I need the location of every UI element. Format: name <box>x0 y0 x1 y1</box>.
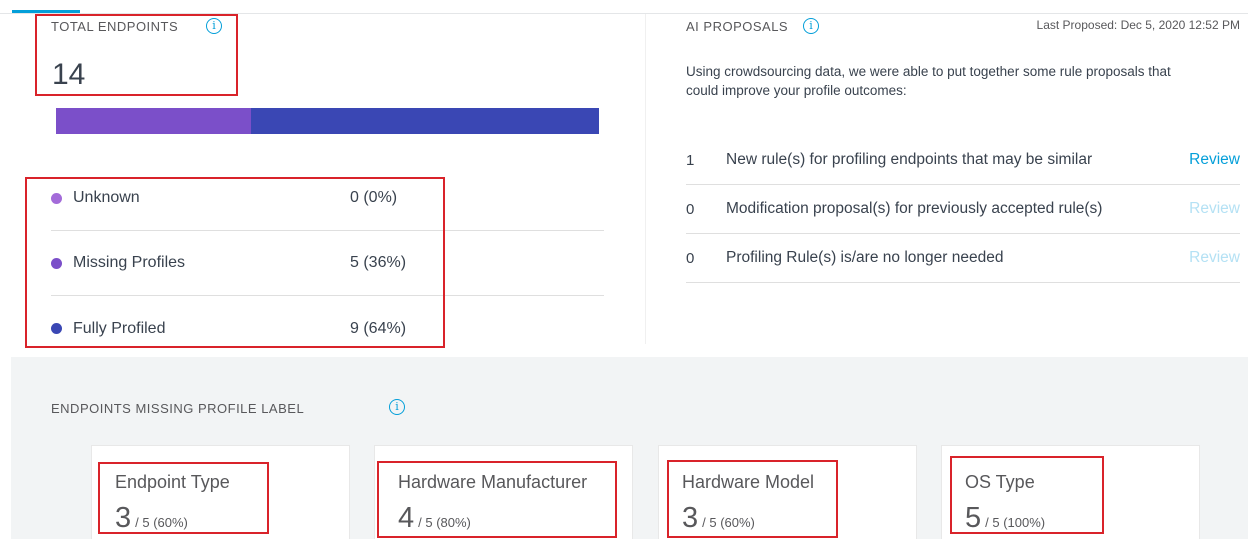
review-link[interactable]: Review <box>1189 200 1240 218</box>
card-count: 3 <box>115 502 132 534</box>
card-os-type[interactable]: OS Type 5/ 5 (100%) <box>941 445 1200 539</box>
info-icon[interactable]: i <box>389 399 405 415</box>
ai-proposals-label: AI PROPOSALS <box>686 19 789 34</box>
last-proposed-timestamp: Last Proposed: Dec 5, 2020 12:52 PM <box>1036 18 1240 32</box>
proposal-text: Profiling Rule(s) is/are no longer neede… <box>726 249 1004 266</box>
card-of-total: / 5 (100%) <box>985 515 1046 530</box>
legend-label: Fully Profiled <box>73 319 166 337</box>
legend-dot <box>51 192 62 204</box>
legend-dot <box>51 323 62 334</box>
card-value: 5/ 5 (100%) <box>965 502 1045 535</box>
card-title: OS Type <box>965 472 1035 492</box>
legend-value: 0 (0%) <box>350 189 398 206</box>
card-endpoint-type[interactable]: Endpoint Type 3/ 5 (60%) <box>91 445 350 539</box>
card-of-total: / 5 (60%) <box>702 515 755 530</box>
proposal-row: 0 Modification proposal(s) for previousl… <box>686 185 1240 234</box>
ai-proposals-list: 1 New rule(s) for profiling endpoints th… <box>686 136 1240 283</box>
proposal-row: 0 Profiling Rule(s) is/are no longer nee… <box>686 234 1240 283</box>
legend-dot <box>51 257 62 269</box>
card-title: Endpoint Type <box>115 472 230 492</box>
missing-profile-label: ENDPOINTS MISSING PROFILE LABEL <box>51 401 305 416</box>
card-value: 3/ 5 (60%) <box>115 502 188 535</box>
card-of-total: / 5 (80%) <box>418 515 471 530</box>
proposal-count: 0 <box>686 249 695 267</box>
info-icon[interactable]: i <box>206 18 222 34</box>
card-count: 4 <box>398 502 415 534</box>
total-endpoints-value: 14 <box>52 58 86 91</box>
bar-segment-missing-profiles[interactable] <box>56 108 252 134</box>
review-link[interactable]: Review <box>1189 151 1240 169</box>
legend-label: Unknown <box>73 189 140 206</box>
bar-segment-fully-profiled[interactable] <box>251 108 599 134</box>
legend-value: 5 (36%) <box>350 254 407 271</box>
card-title: Hardware Model <box>682 472 815 492</box>
card-hardware-model[interactable]: Hardware Model 3/ 5 (60%) <box>658 445 917 539</box>
panel-divider <box>645 14 646 344</box>
ai-proposals-description: Using crowdsourcing data, we were able t… <box>686 64 1171 98</box>
card-value: 3/ 5 (60%) <box>682 502 755 535</box>
legend-row-unknown: Unknown 0 (0%) <box>51 166 604 231</box>
endpoint-legend: Unknown 0 (0%) Missing Profiles 5 (36%) … <box>51 166 604 361</box>
card-title: Hardware Manufacturer <box>398 472 588 492</box>
review-link[interactable]: Review <box>1189 249 1240 267</box>
card-of-total: / 5 (60%) <box>135 515 188 530</box>
legend-value: 9 (64%) <box>350 319 407 337</box>
card-count: 5 <box>965 502 982 534</box>
proposal-count: 0 <box>686 200 695 218</box>
card-value: 4/ 5 (80%) <box>398 502 471 535</box>
legend-row-missing-profiles: Missing Profiles 5 (36%) <box>51 231 604 296</box>
legend-label: Missing Profiles <box>73 254 186 271</box>
info-icon[interactable]: i <box>803 18 819 34</box>
proposal-text: New rule(s) for profiling endpoints that… <box>726 151 1093 168</box>
card-hardware-manufacturer[interactable]: Hardware Manufacturer 4/ 5 (80%) <box>374 445 633 539</box>
legend-row-fully-profiled: Fully Profiled 9 (64%) <box>51 296 604 361</box>
total-endpoints-label: TOTAL ENDPOINTS <box>51 19 179 34</box>
top-divider <box>0 13 1248 14</box>
proposal-count: 1 <box>686 151 695 169</box>
endpoint-distribution-bar <box>56 108 599 134</box>
proposal-text: Modification proposal(s) for previously … <box>726 200 1103 217</box>
proposal-row: 1 New rule(s) for profiling endpoints th… <box>686 136 1240 185</box>
card-count: 3 <box>682 502 699 534</box>
